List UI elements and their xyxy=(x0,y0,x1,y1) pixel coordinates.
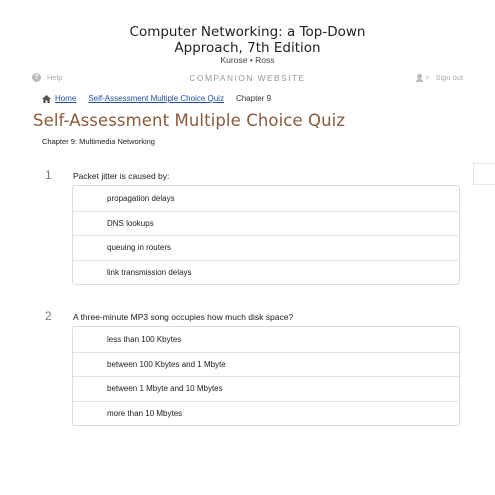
breadcrumb-chapter: Chapter 9 xyxy=(235,94,272,103)
signout-link[interactable]: × Sign out xyxy=(416,73,463,82)
answer-options: propagation delays DNS lookups queuing i… xyxy=(72,185,460,285)
question-text: A three-minute MP3 song occupies how muc… xyxy=(73,312,294,322)
book-title-line-1: Computer Networking: a Top-Down xyxy=(129,24,366,40)
breadcrumb-home[interactable]: Home xyxy=(55,94,76,103)
chapter-subtitle: Chapter 9: Multimedia Networking xyxy=(42,137,155,146)
breadcrumb: Home Self-Assessment Multiple Choice Qui… xyxy=(42,94,271,103)
answer-option[interactable]: less than 100 Kbytes xyxy=(73,327,459,352)
book-title: Computer Networking: a Top-Down Approach… xyxy=(0,24,495,56)
answer-option[interactable]: link transmission delays xyxy=(73,259,459,285)
side-panel-tab[interactable] xyxy=(473,163,495,185)
answer-option[interactable]: between 100 Kbytes and 1 Mbyte xyxy=(73,351,459,377)
home-icon xyxy=(42,94,51,103)
answer-option[interactable]: more than 10 Mbytes xyxy=(73,400,459,426)
answer-option[interactable]: between 1 Mbyte and 10 Mbytes xyxy=(73,376,459,401)
answer-option[interactable]: DNS lookups xyxy=(73,210,459,236)
question-text: Packet jitter is caused by: xyxy=(73,171,170,181)
page-title: Self-Assessment Multiple Choice Quiz xyxy=(33,111,346,130)
answer-options: less than 100 Kbytes between 100 Kbytes … xyxy=(72,326,460,426)
question-number: 1 xyxy=(45,168,52,182)
breadcrumb-quiz[interactable]: Self-Assessment Multiple Choice Quiz xyxy=(88,94,224,103)
book-title-line-2: Approach, 7th Edition xyxy=(174,40,321,56)
book-authors: Kurose • Ross xyxy=(220,55,275,65)
answer-option[interactable]: propagation delays xyxy=(73,186,459,211)
user-x-icon: × xyxy=(416,73,429,82)
signout-label: Sign out xyxy=(435,73,463,82)
question-number: 2 xyxy=(45,309,52,323)
answer-option[interactable]: queuing in routers xyxy=(73,235,459,260)
